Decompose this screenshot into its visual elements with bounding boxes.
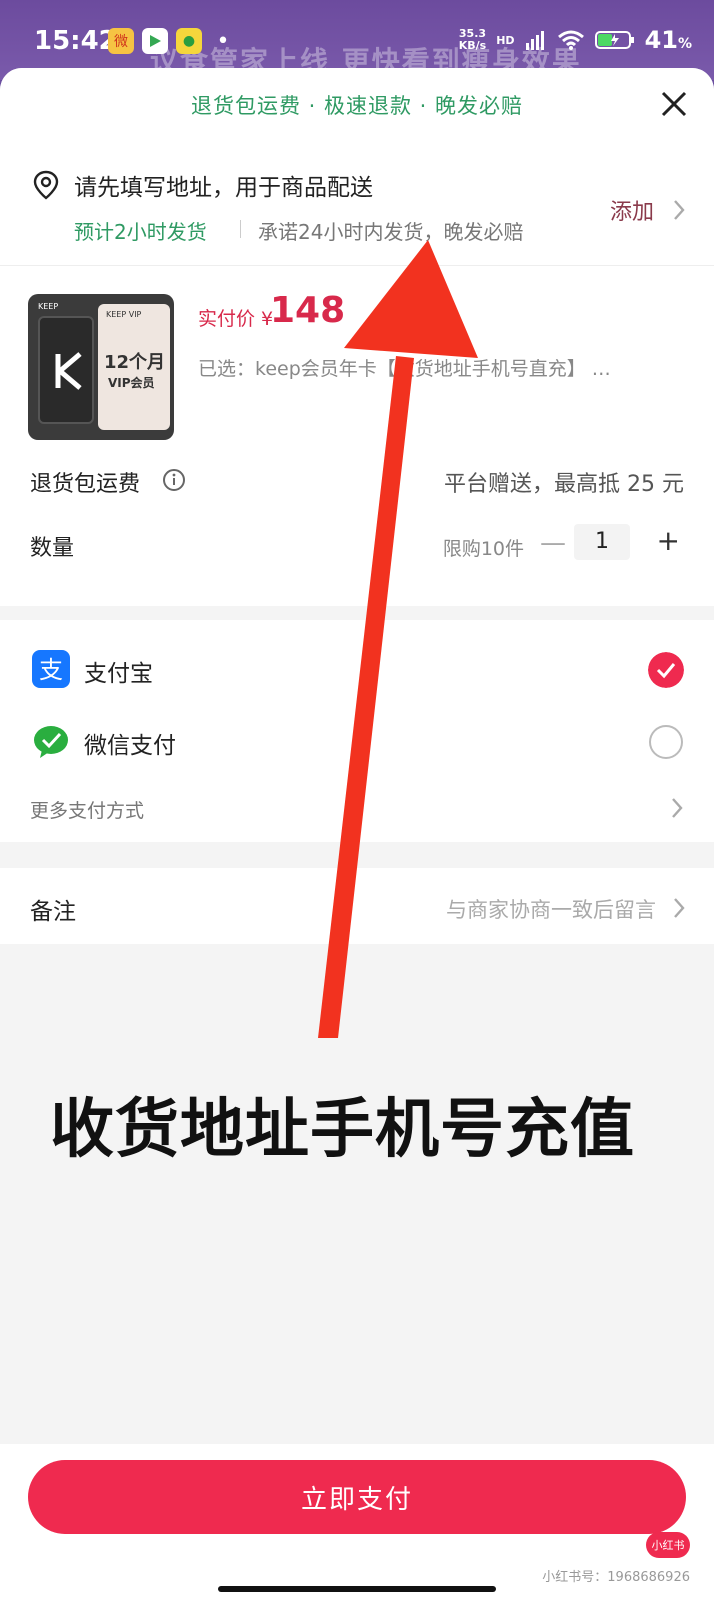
- bottom-bar: 立即支付 小红书 小红书号：1968686926: [0, 1444, 714, 1624]
- purchase-limit: 限购10件: [442, 538, 524, 560]
- quantity-increase-button[interactable]: +: [657, 524, 680, 557]
- alipay-icon: 支: [32, 650, 70, 688]
- svg-text:支: 支: [39, 656, 63, 684]
- more-dots-icon: •: [216, 28, 230, 54]
- shipping-promise: 承诺24小时内发货，晚发必赔: [258, 220, 524, 244]
- close-icon[interactable]: [656, 86, 692, 122]
- shipping-eta: 预计2小时发货: [74, 220, 207, 244]
- overlay-caption: 收货地址手机号充值: [50, 1093, 635, 1167]
- shipping-insurance-label: 退货包运费: [30, 472, 141, 497]
- add-address-button[interactable]: 添加: [610, 194, 654, 226]
- price-value: 148: [270, 290, 346, 331]
- more-payment-methods[interactable]: 更多支付方式: [30, 796, 144, 823]
- chevron-right-icon: [672, 798, 683, 818]
- keep-logo-icon: [55, 352, 82, 390]
- service-banner-text: 退货包运费 · 极速退款 · 晚发必赔: [190, 94, 524, 118]
- status-time: 15:42: [34, 26, 117, 56]
- location-pin-icon: [33, 170, 59, 200]
- checkout-sheet: 退货包运费 · 极速退款 · 晚发必赔 请先填写地址，用于商品配送 预计2小时发…: [0, 68, 714, 1624]
- product-thumbnail[interactable]: KEEP KEEP VIP 12个月 VIP会员: [28, 294, 174, 440]
- play-store-icon: [142, 28, 168, 54]
- payment-section: 支 支付宝 微信支付 更多支付方式: [0, 620, 714, 842]
- quantity-row: 数量 限购10件 — 1 +: [0, 516, 714, 576]
- chevron-right-icon: [674, 200, 685, 220]
- battery-percent: 41%: [644, 26, 692, 54]
- service-banner: 退货包运费 · 极速退款 · 晚发必赔: [0, 68, 714, 142]
- wechat-pay-label[interactable]: 微信支付: [84, 726, 176, 760]
- net-speed: 35.3 KB/s: [458, 27, 487, 52]
- keep-card-image: [38, 316, 94, 424]
- status-right: 35.3 KB/s HD 41%: [459, 26, 692, 54]
- alipay-radio-checked-icon[interactable]: [648, 652, 684, 688]
- wechat-pay-icon: [32, 722, 70, 760]
- divider: [240, 220, 241, 238]
- product-section: KEEP KEEP VIP 12个月 VIP会员 实付价 ¥ 148 已选：ke…: [0, 266, 714, 606]
- remark-row[interactable]: 备注 与商家协商一致后留言: [0, 868, 714, 944]
- address-prompt: 请先填写地址，用于商品配送: [74, 175, 373, 201]
- pay-now-button[interactable]: 立即支付: [28, 1460, 686, 1534]
- info-icon[interactable]: [162, 468, 186, 492]
- selected-variant[interactable]: 已选：keep会员年卡【收货地址手机号直充】 …: [198, 354, 611, 381]
- app-icon: ●: [176, 28, 202, 54]
- status-app-icons: 微 ● •: [108, 28, 236, 54]
- vip-card-image: KEEP VIP 12个月 VIP会员: [98, 304, 170, 430]
- wifi-icon: [557, 30, 584, 50]
- thumb-brand: KEEP: [38, 302, 59, 311]
- network-type: HD: [496, 33, 515, 47]
- weibo-icon: 微: [108, 28, 134, 54]
- chevron-right-icon: [674, 898, 685, 918]
- shipping-insurance-value: 平台赠送，最高抵 25 元: [444, 472, 684, 497]
- signal-icon: [525, 31, 544, 50]
- quantity-input[interactable]: 1: [574, 524, 630, 560]
- watermark-id: 小红书号：1968686926: [542, 1570, 690, 1585]
- remark-label: 备注: [30, 899, 76, 925]
- home-indicator[interactable]: [218, 1586, 496, 1592]
- battery-icon: [594, 31, 634, 49]
- alipay-label[interactable]: 支付宝: [84, 654, 153, 688]
- address-section[interactable]: 请先填写地址，用于商品配送 预计2小时发货 承诺24小时内发货，晚发必赔 添加: [0, 142, 714, 266]
- price-label: 实付价 ¥: [198, 308, 274, 330]
- xiaohongshu-logo: 小红书: [646, 1532, 690, 1558]
- quantity-label: 数量: [30, 536, 75, 561]
- wechat-radio-unchecked-icon[interactable]: [648, 724, 684, 760]
- shipping-insurance-row: 退货包运费 平台赠送，最高抵 25 元: [0, 452, 714, 512]
- quantity-decrease-button[interactable]: —: [540, 528, 566, 558]
- remark-hint: 与商家协商一致后留言: [446, 898, 656, 922]
